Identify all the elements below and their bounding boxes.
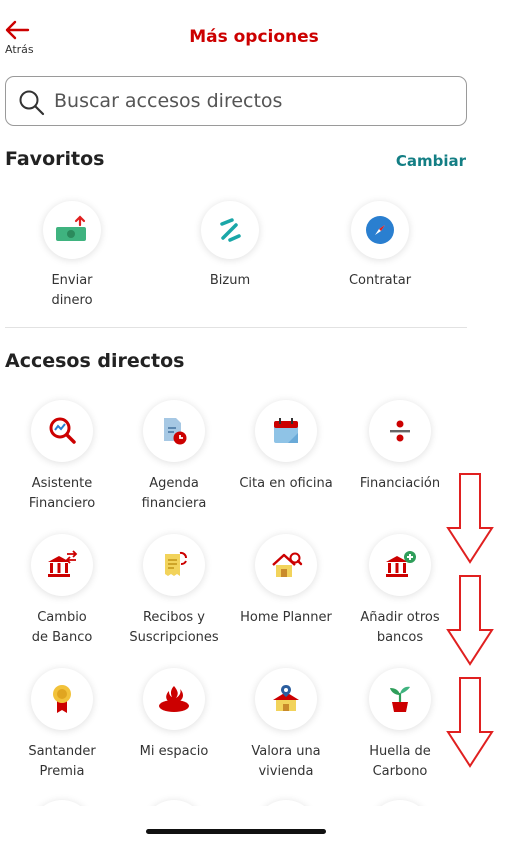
shortcut-label: Huella de Carbono: [369, 744, 431, 779]
bank-add-icon: [386, 551, 416, 577]
home-indicator[interactable]: [146, 829, 326, 834]
shortcut-label: Valora una vivienda: [251, 744, 321, 779]
shortcut-circle: [31, 668, 93, 730]
house-search-icon: [272, 552, 303, 577]
change-favorites-link[interactable]: Cambiar: [396, 152, 466, 170]
shortcut-asistente-financiero[interactable]: Asistente Financiero: [4, 400, 120, 514]
money-send-icon: [56, 215, 86, 241]
shortcut-circle: [31, 534, 93, 596]
favorite-bizum-label: Bizum: [209, 273, 251, 288]
favorite-send-money-label: Enviar dinero: [51, 273, 93, 308]
document-clock-icon: [164, 418, 187, 445]
shortcut-circle: [369, 400, 431, 462]
shortcut-circle: [255, 400, 317, 462]
search-icon: [19, 90, 45, 116]
shortcut-label: Cita en oficina: [239, 476, 333, 491]
divide-icon: [390, 420, 410, 442]
shortcut-label: Home Planner: [240, 610, 332, 625]
shortcut-label: Añadir otros bancos: [360, 610, 440, 645]
shortcut-label: Asistente Financiero: [28, 476, 96, 511]
plant-icon: [390, 686, 410, 712]
bottom-fade: [0, 806, 508, 844]
shortcut-circle: [255, 534, 317, 596]
favorite-bizum-circle: [201, 201, 259, 259]
shortcut-mi-espacio[interactable]: Mi espacio: [116, 668, 232, 762]
bank-switch-icon: [48, 550, 78, 577]
shortcut-label: Cambio de Banco: [31, 610, 93, 645]
house-location-icon: [273, 685, 299, 711]
shortcut-anadir-bancos[interactable]: Añadir otros bancos: [342, 534, 458, 648]
shortcut-circle: [143, 668, 205, 730]
search-box[interactable]: [5, 76, 467, 126]
favorite-contratar-circle: [351, 201, 409, 259]
page-title: Más opciones: [189, 27, 319, 47]
search-input[interactable]: [54, 85, 454, 117]
receipts-icon: [165, 551, 187, 576]
shortcut-circle: [143, 534, 205, 596]
favorite-send-money-circle: [43, 201, 101, 259]
magnifier-chart-icon: [49, 417, 76, 444]
shortcut-circle: [31, 400, 93, 462]
shortcut-label: Mi espacio: [139, 744, 209, 759]
shortcut-label: Recibos y Suscripciones: [129, 610, 219, 645]
shortcut-cita-oficina[interactable]: Cita en oficina: [228, 400, 344, 494]
compass-icon: [366, 216, 394, 244]
shortcut-home-planner[interactable]: Home Planner: [228, 534, 344, 628]
shortcut-recibos[interactable]: Recibos y Suscripciones: [116, 534, 232, 648]
shortcut-cambio-banco[interactable]: Cambio de Banco: [4, 534, 120, 648]
shortcut-label: Santander Premia: [28, 744, 96, 779]
medal-icon: [53, 685, 71, 713]
shortcut-circle: [369, 668, 431, 730]
shortcut-label: Agenda financiera: [141, 476, 207, 511]
favorite-send-money[interactable]: Enviar dinero: [14, 201, 130, 311]
divider: [5, 327, 467, 328]
shortcut-agenda-financiera[interactable]: Agenda financiera: [116, 400, 232, 514]
arrow-down-icon: [446, 575, 494, 666]
calendar-icon: [274, 418, 298, 443]
shortcut-label: Financiación: [359, 476, 441, 491]
santander-flame-icon: [159, 686, 189, 712]
header: Atrás Más opciones: [0, 0, 508, 70]
shortcut-valora-vivienda[interactable]: Valora una vivienda: [228, 668, 344, 782]
favorites-title: Favoritos: [5, 148, 105, 170]
arrow-down-icon: [446, 677, 494, 768]
favorite-contratar[interactable]: Contratar: [322, 201, 438, 291]
shortcut-circle: [369, 534, 431, 596]
shortcut-circle: [255, 668, 317, 730]
shortcuts-title: Accesos directos: [5, 350, 185, 372]
shortcut-circle: [143, 400, 205, 462]
shortcut-huella-carbono[interactable]: Huella de Carbono: [342, 668, 458, 782]
bizum-icon: [220, 218, 241, 242]
shortcut-financiacion[interactable]: Financiación: [342, 400, 458, 494]
arrow-down-icon: [446, 473, 494, 564]
shortcut-santander-premia[interactable]: Santander Premia: [4, 668, 120, 782]
favorite-bizum[interactable]: Bizum: [172, 201, 288, 291]
favorite-contratar-label: Contratar: [348, 273, 412, 288]
